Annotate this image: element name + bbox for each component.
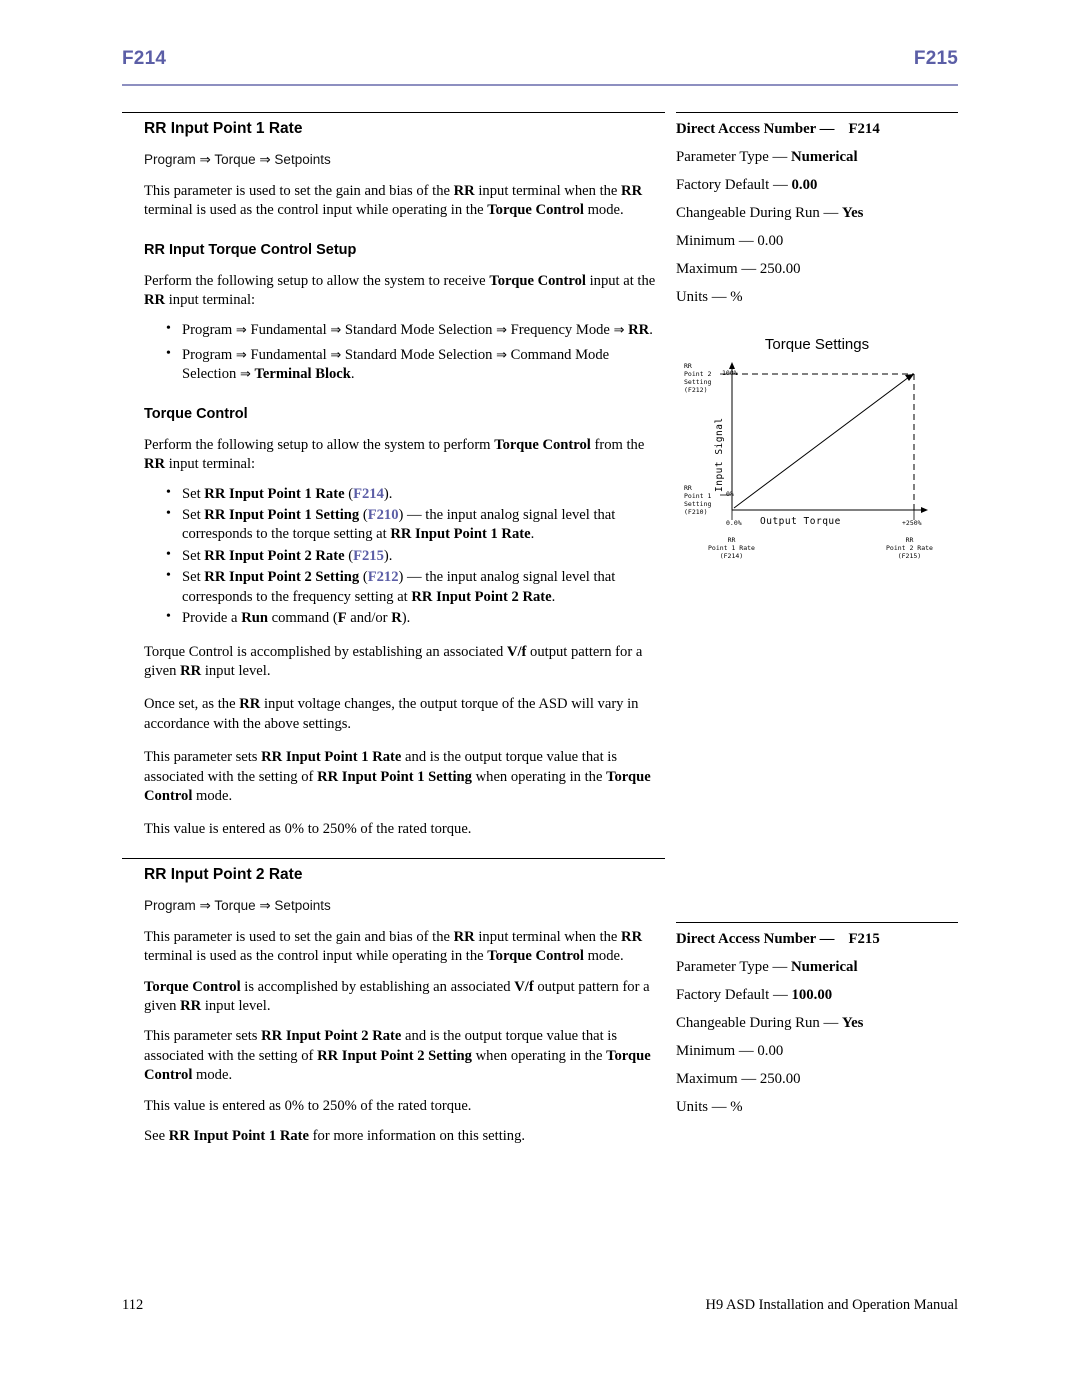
dan-value: F214 [848, 121, 880, 137]
list-item: Program ⇒ Fundamental ⇒ Standard Mode Se… [166, 320, 665, 340]
list-item: Set RR Input Point 2 Rate (F215). [166, 546, 665, 566]
dan-label: Direct Access Number — [676, 121, 835, 137]
dan-value: F215 [848, 931, 880, 947]
paragraph-value-range-1: This value is entered as 0% to 250% of t… [144, 821, 472, 838]
paragraph-torque-control: Perform the following setup to allow the… [144, 436, 645, 473]
spec-label: Parameter Type — [676, 149, 791, 165]
spec-label: Minimum — [676, 233, 758, 249]
paragraph-value-range-2: This value is entered as 0% to 250% of t… [144, 1097, 472, 1114]
spec-factory-default-1: Factory Default — 0.00 [676, 177, 958, 194]
spec-changeable-during-run-1: Changeable During Run — Yes [676, 205, 958, 222]
left-column: RR Input Point 1 Rate Program ⇒ Torque ⇒… [122, 112, 665, 1146]
paragraph-parameter-sets: This parameter sets RR Input Point 1 Rat… [144, 749, 651, 804]
list-item: Provide a Run command (F and/or R). [166, 608, 665, 628]
right-column: Direct Access Number — F214 Parameter Typ… [676, 112, 958, 1115]
spec-parameter-type-2: Parameter Type — Numerical [676, 959, 958, 976]
spec-value: 0.00 [791, 177, 818, 193]
setup-bullet-list: Program ⇒ Fundamental ⇒ Standard Mode Se… [122, 320, 665, 385]
menu-path-f214: Program ⇒ Torque ⇒ Setpoints [144, 152, 331, 167]
spec-maximum-2: Maximum — 250.00 [676, 1071, 958, 1088]
diagram-caption-point-2-rate: RR Point 2 Rate (F215) [886, 536, 933, 561]
spec-value: Yes [842, 205, 864, 221]
spec-units-1: Units — % [676, 289, 958, 306]
paragraph-vf-pattern-2: Torque Control is accomplished by establ… [144, 978, 650, 1014]
page-header: F214 F215 [122, 48, 958, 70]
spec-minimum-1: Minimum — 0.00 [676, 233, 958, 250]
torque-bullet-list: Set RR Input Point 1 Rate (F214). Set RR… [122, 484, 665, 629]
spec-label: Units — [676, 1099, 731, 1115]
header-divider [122, 84, 958, 86]
spec-value: 100.00 [791, 987, 833, 1003]
header-code-left: F214 [122, 48, 167, 69]
direct-access-number-f214: Direct Access Number — F214 [676, 112, 958, 138]
spec-maximum-1: Maximum — 250.00 [676, 261, 958, 278]
spec-value: 250.00 [759, 261, 801, 277]
spec-units-2: Units — % [676, 1099, 958, 1116]
spec-label: Changeable During Run — [676, 205, 843, 221]
section-title-f215: RR Input Point 2 Rate [122, 857, 665, 892]
spec-value: Yes [842, 1015, 864, 1031]
manual-title: H9 ASD Installation and Operation Manual [705, 1297, 959, 1313]
spec-parameter-type-1: Parameter Type — Numerical [676, 149, 958, 166]
diagram-y-axis-label: Input Signal [714, 417, 725, 492]
spec-label: Factory Default — [676, 987, 792, 1003]
direct-access-number-f215: Direct Access Number — F215 [676, 922, 958, 948]
paragraph-vf-pattern: Torque Control is accomplished by establ… [144, 643, 643, 679]
menu-path-f215: Program ⇒ Torque ⇒ Setpoints [144, 897, 331, 913]
spec-label: Factory Default — [676, 177, 792, 193]
spec-changeable-during-run-2: Changeable During Run — Yes [676, 1015, 958, 1032]
diagram-x-min-label: 0.0% [726, 519, 742, 527]
header-code-right: F215 [913, 48, 958, 69]
spec-value: 0.00 [757, 233, 784, 249]
subhead-torque-control: Torque Control [144, 405, 248, 422]
spec-label: Maximum — [676, 1071, 760, 1087]
diagram-title: Torque Settings [764, 336, 870, 353]
paragraph-see-also: See RR Input Point 1 Rate for more infor… [144, 1128, 526, 1144]
spec-factory-default-2: Factory Default — 100.00 [676, 987, 958, 1004]
paragraph-parameter-sets-2: This parameter sets RR Input Point 2 Rat… [144, 1028, 651, 1084]
spec-block-f215: Direct Access Number — F215 Parameter Typ… [676, 922, 958, 1116]
list-item: Set RR Input Point 1 Rate (F214). [166, 484, 665, 504]
dan-label: Direct Access Number — [676, 931, 835, 947]
spec-label: Minimum — [676, 1043, 758, 1059]
paragraph-setup: Perform the following setup to allow the… [144, 272, 656, 309]
paragraph-intro-f215: This parameter is used to set the gain a… [144, 928, 643, 965]
paragraph-intro-f214: This parameter is used to set the gain a… [144, 183, 643, 219]
diagram-value-100-percent: 100% [722, 369, 738, 377]
page-footer: 112 H9 ASD Installation and Operation Ma… [122, 1297, 958, 1314]
torque-settings-diagram: Torque Settings RR Point 2 Setting (F212… [676, 336, 958, 568]
spec-value: % [730, 289, 743, 305]
spec-value: 250.00 [759, 1071, 801, 1087]
diagram-caption-point-1-rate: RR Point 1 Rate (F214) [708, 536, 755, 561]
spec-label: Units — [676, 289, 731, 305]
diagram-label-rr-point-2-setting: RR Point 2 Setting (F212) [684, 362, 712, 395]
spec-minimum-2: Minimum — 0.00 [676, 1043, 958, 1060]
list-item: Set RR Input Point 2 Setting (F212) — th… [166, 567, 665, 607]
diagram-x-axis-label: Output Torque [760, 516, 841, 527]
spec-label: Maximum — [676, 261, 760, 277]
spec-label: Changeable During Run — [676, 1015, 843, 1031]
spec-value: Numerical [790, 149, 858, 165]
spec-label: Parameter Type — [676, 959, 791, 975]
page-number: 112 [122, 1297, 144, 1313]
paragraph-once-set: Once set, as the RR input voltage change… [144, 696, 639, 732]
diagram-label-rr-point-1-setting: RR Point 1 Setting (F210) [684, 484, 712, 517]
list-item: Set RR Input Point 1 Setting (F210) — th… [166, 505, 665, 545]
list-item: Program ⇒ Fundamental ⇒ Standard Mode Se… [166, 345, 665, 385]
diagram-value-0-percent: 0% [726, 490, 734, 498]
section-title-f214: RR Input Point 1 Rate [122, 112, 665, 146]
subhead-setup: RR Input Torque Control Setup [144, 241, 357, 258]
spec-value: % [730, 1099, 743, 1115]
document-page: F214 F215 RR Input Point 1 Rate Program … [0, 0, 1080, 1397]
diagram-x-max-label: +250% [902, 519, 922, 527]
spec-value: 0.00 [757, 1043, 784, 1059]
spec-value: Numerical [790, 959, 858, 975]
